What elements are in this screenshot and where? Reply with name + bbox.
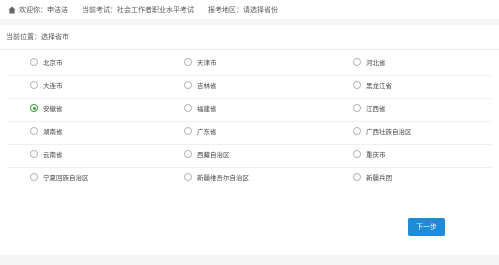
province-radio[interactable] — [184, 173, 192, 181]
province-radio[interactable] — [30, 58, 38, 66]
province-label: 黑龙江省 — [366, 82, 392, 90]
province-radio[interactable] — [184, 58, 192, 66]
province-label: 新疆兵团 — [366, 174, 392, 182]
province-panel: 当前位置：选择省市 北京市 天津市 河北省大连市 吉林省 黑龙江省安徽省 福建省 江西省湖南… — [0, 25, 499, 255]
province-radio[interactable] — [30, 173, 38, 181]
province-radio[interactable] — [353, 150, 361, 158]
province-label: 新疆维吾尔自治区 — [197, 174, 249, 182]
province-label: 云南省 — [43, 151, 63, 159]
province-option[interactable]: 新疆维吾尔自治区 — [184, 172, 249, 182]
province-option[interactable]: 湖南省 — [30, 126, 63, 136]
province-label: 广西壮族自治区 — [366, 128, 412, 136]
province-option[interactable]: 黑龙江省 — [353, 80, 392, 90]
province-label: 江西省 — [366, 105, 386, 113]
province-radio[interactable] — [353, 81, 361, 89]
province-label: 西藏自治区 — [197, 151, 230, 159]
row-divider — [8, 144, 491, 145]
province-option[interactable]: 广西壮族自治区 — [353, 126, 412, 136]
user-name: 申洁洁 — [47, 5, 68, 14]
province-label: 吉林省 — [197, 82, 217, 90]
region-value: 请选择省份 — [243, 5, 278, 14]
province-radio[interactable] — [30, 81, 38, 89]
province-option[interactable]: 宁夏回族自治区 — [30, 172, 89, 182]
province-label: 重庆市 — [366, 151, 386, 159]
exam-name: 社会工作者职业水平考试 — [117, 5, 194, 14]
province-label: 河北省 — [366, 59, 386, 67]
province-label: 湖南省 — [43, 128, 63, 136]
province-radio[interactable] — [353, 104, 361, 112]
province-radio[interactable] — [184, 104, 192, 112]
row-divider — [8, 167, 491, 168]
row-divider — [8, 121, 491, 122]
row-divider — [8, 98, 491, 99]
province-radio[interactable] — [353, 58, 361, 66]
province-option[interactable]: 河北省 — [353, 57, 386, 67]
province-radio[interactable] — [184, 150, 192, 158]
province-option[interactable]: 安徽省 — [30, 103, 63, 113]
province-radio[interactable] — [353, 127, 361, 135]
province-option[interactable]: 福建省 — [184, 103, 217, 113]
province-option[interactable]: 西藏自治区 — [184, 149, 230, 159]
home-icon — [8, 6, 16, 14]
province-radio[interactable] — [184, 127, 192, 135]
province-radio[interactable] — [30, 104, 38, 112]
province-radio[interactable] — [30, 127, 38, 135]
province-label: 广东省 — [197, 128, 217, 136]
province-label: 福建省 — [197, 105, 217, 113]
province-label: 天津市 — [197, 59, 217, 67]
current-location: 当前位置：选择省市 — [6, 33, 69, 41]
exam-label: 当前考试： — [82, 5, 117, 14]
province-radio[interactable] — [353, 173, 361, 181]
province-option[interactable]: 天津市 — [184, 57, 217, 67]
province-radio[interactable] — [184, 81, 192, 89]
province-option[interactable]: 重庆市 — [353, 149, 386, 159]
province-label: 宁夏回族自治区 — [43, 174, 89, 182]
breadcrumb: 当前位置：选择省市 — [0, 25, 499, 50]
province-label: 北京市 — [43, 59, 63, 67]
province-option[interactable]: 广东省 — [184, 126, 217, 136]
province-option[interactable]: 北京市 — [30, 57, 63, 67]
province-option[interactable]: 大连市 — [30, 80, 63, 90]
next-button[interactable]: 下一步 — [408, 218, 445, 236]
province-label: 大连市 — [43, 82, 63, 90]
welcome-label: 欢迎你： — [19, 5, 47, 14]
province-label: 安徽省 — [43, 105, 63, 113]
province-option[interactable]: 新疆兵团 — [353, 172, 392, 182]
province-option[interactable]: 云南省 — [30, 149, 63, 159]
province-radio[interactable] — [30, 150, 38, 158]
top-bar: 欢迎你： 申洁洁 当前考试： 社会工作者职业水平考试 报考地区： 请选择省份 — [0, 0, 499, 19]
province-grid: 北京市 天津市 河北省大连市 吉林省 黑龙江省安徽省 福建省 江西省湖南省 广东省 广西壮族自治… — [0, 50, 499, 195]
region-label: 报考地区： — [208, 5, 243, 14]
province-option[interactable]: 江西省 — [353, 103, 386, 113]
province-option[interactable]: 吉林省 — [184, 80, 217, 90]
row-divider — [8, 75, 491, 76]
